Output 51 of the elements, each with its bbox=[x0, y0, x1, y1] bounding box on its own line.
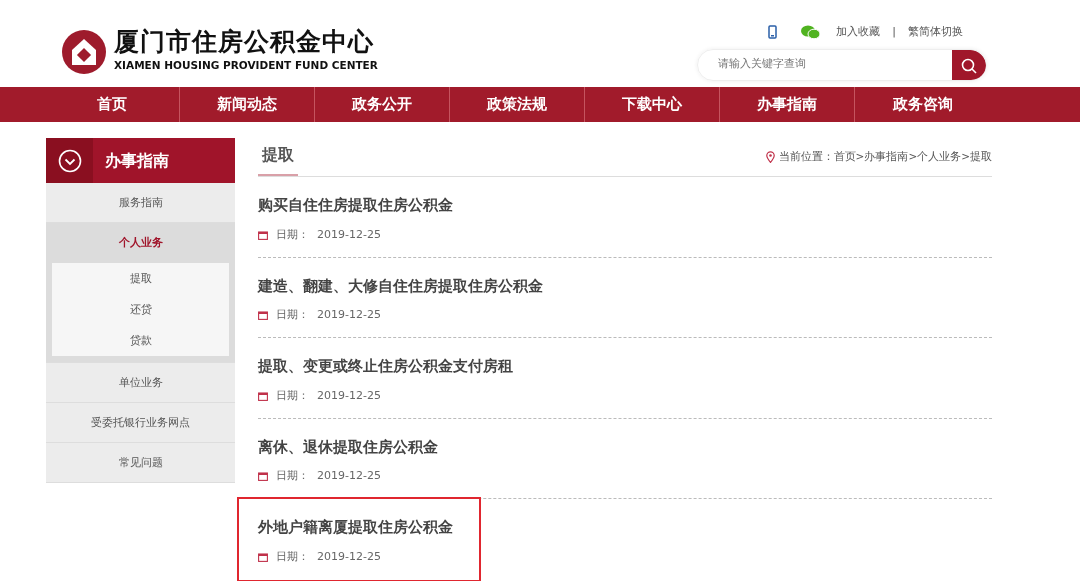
article-title[interactable]: 外地户籍离厦提取住房公积金 bbox=[258, 517, 479, 539]
submenu-item[interactable]: 贷款 bbox=[52, 325, 229, 356]
article-title[interactable]: 建造、翻建、大修自住住房提取住房公积金 bbox=[258, 275, 992, 298]
sidebar-item[interactable]: 常见问题 bbox=[46, 443, 235, 483]
location-pin-icon bbox=[765, 151, 775, 163]
wechat-icon[interactable] bbox=[801, 25, 821, 40]
nav-item[interactable]: 办事指南 bbox=[720, 87, 855, 122]
sidebar-item[interactable]: 单位业务 bbox=[46, 363, 235, 403]
date-label: 日期： bbox=[276, 226, 309, 243]
top-link[interactable]: 繁简体切换 bbox=[908, 24, 963, 41]
date-label: 日期： bbox=[276, 468, 309, 485]
article-date: 2019-12-25 bbox=[317, 307, 381, 324]
article-title[interactable]: 提取、变更或终止住房公积金支付房租 bbox=[258, 356, 992, 378]
breadcrumb: 当前位置：首页>办事指南>个人业务>提取 bbox=[778, 149, 992, 165]
sidebar-item[interactable]: 受委托银行业务网点 bbox=[46, 403, 235, 443]
site-subtitle: XIAMEN HOUSING PROVIDENT FUND CENTER bbox=[114, 58, 378, 74]
submenu-item[interactable]: 提取 bbox=[52, 263, 229, 294]
sidebar-item[interactable]: 个人业务 bbox=[46, 223, 235, 263]
sidebar-item[interactable]: 服务指南 bbox=[46, 183, 235, 223]
logo-icon bbox=[62, 29, 106, 74]
article-date: 2019-12-25 bbox=[317, 468, 381, 485]
separator: | bbox=[892, 24, 896, 40]
article-date: 2019-12-25 bbox=[317, 226, 381, 243]
calendar-icon bbox=[258, 391, 268, 401]
nav-item[interactable]: 下载中心 bbox=[585, 87, 720, 122]
article-title[interactable]: 购买自住住房提取住房公积金 bbox=[258, 195, 992, 217]
search-button[interactable] bbox=[952, 49, 986, 80]
article-date: 2019-12-25 bbox=[317, 548, 381, 565]
date-label: 日期： bbox=[276, 387, 309, 404]
chevron-down-icon bbox=[57, 148, 82, 173]
nav-item[interactable]: 首页 bbox=[45, 87, 180, 122]
article-title[interactable]: 离休、退休提取住房公积金 bbox=[258, 436, 992, 459]
nav-item[interactable]: 新闻动态 bbox=[180, 87, 315, 122]
search-icon bbox=[961, 57, 977, 74]
phone-icon[interactable] bbox=[768, 25, 778, 40]
calendar-icon bbox=[258, 552, 268, 562]
date-label: 日期： bbox=[276, 548, 309, 565]
calendar-icon bbox=[258, 230, 268, 240]
calendar-icon bbox=[258, 311, 268, 320]
nav-item[interactable]: 政务公开 bbox=[315, 87, 450, 122]
search-field[interactable]: 请输入关键字查询 bbox=[698, 49, 952, 80]
nav-item[interactable]: 政策法规 bbox=[450, 87, 585, 122]
top-link[interactable]: 加入收藏 bbox=[836, 24, 881, 41]
submenu-item[interactable]: 还贷 bbox=[52, 294, 229, 325]
calendar-icon bbox=[258, 472, 268, 481]
sidebar-title: 办事指南 bbox=[104, 149, 169, 172]
nav-item[interactable]: 政务咨询 bbox=[855, 87, 990, 122]
site-title: 厦门市住房公积金中心 bbox=[114, 29, 375, 55]
article-date: 2019-12-25 bbox=[317, 387, 381, 404]
section-heading: 提取 bbox=[258, 137, 298, 176]
date-label: 日期： bbox=[276, 307, 309, 324]
